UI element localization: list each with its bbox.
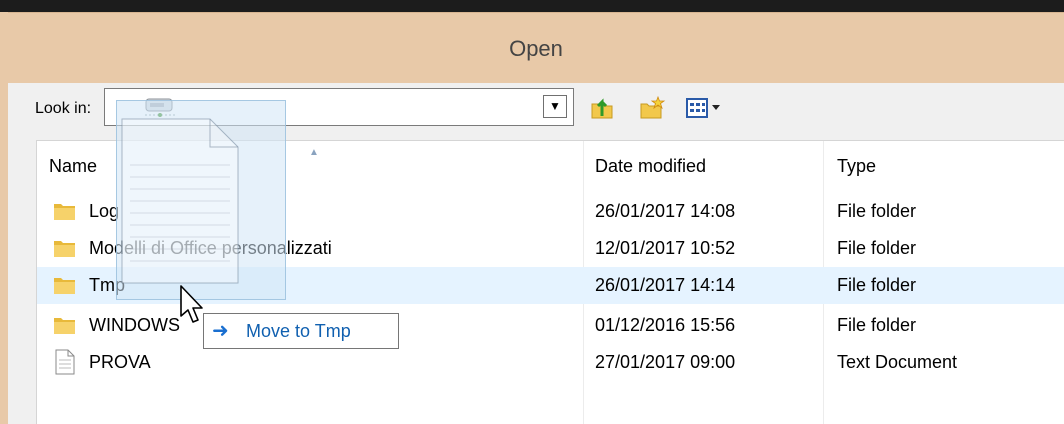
new-folder-button[interactable] (638, 94, 666, 122)
window-left-border (0, 12, 8, 424)
arrow-right-icon: ➜ (212, 320, 229, 342)
view-menu-icon (684, 98, 728, 126)
text-document-icon (55, 349, 75, 375)
mouse-cursor-icon (179, 284, 207, 328)
column-header-name[interactable]: Name (49, 141, 97, 191)
file-type: File folder (837, 201, 917, 221)
file-date: 26/01/2017 14:08 (595, 201, 736, 221)
new-folder-icon (638, 95, 666, 126)
file-type: File folder (837, 315, 917, 335)
window-top-edge (0, 0, 1064, 12)
drag-drop-tooltip: ➜ Move to Tmp (203, 313, 399, 349)
file-type: File folder (837, 275, 917, 295)
column-header-date-modified[interactable]: Date modified (595, 141, 706, 191)
file-date: 12/01/2017 10:52 (595, 238, 736, 258)
up-folder-button[interactable] (588, 94, 616, 122)
sort-ascending-icon: ▲ (309, 147, 319, 158)
drag-drop-tooltip-text: Move to Tmp (246, 321, 351, 341)
folder-icon (53, 201, 77, 221)
folder-icon (53, 315, 77, 335)
column-header-type[interactable]: Type (837, 141, 876, 191)
look-in-label: Look in: (35, 100, 92, 117)
table-row[interactable]: PROVA 27/01/2017 09:00 Text Document (37, 344, 1064, 381)
dragged-document-icon (120, 117, 240, 285)
look-in-dropdown-button[interactable]: ▼ (543, 95, 567, 118)
window-title: Open (509, 36, 563, 61)
folder-icon (53, 275, 77, 295)
file-name: PROVA (89, 352, 151, 372)
folder-icon (53, 238, 77, 258)
title-bar[interactable]: Open (8, 12, 1064, 84)
up-folder-icon (588, 98, 616, 126)
file-name: WINDOWS (89, 315, 180, 335)
file-date: 27/01/2017 09:00 (595, 352, 736, 372)
file-name: Log (89, 201, 120, 221)
file-date: 26/01/2017 14:14 (595, 275, 736, 295)
open-dialog: Open Look in: ▼ Name ▲ Date modified Typ… (0, 0, 1064, 424)
file-type: File folder (837, 238, 917, 258)
file-date: 01/12/2016 15:56 (595, 315, 736, 335)
view-menu-button[interactable] (684, 94, 728, 122)
file-type: Text Document (837, 352, 958, 372)
